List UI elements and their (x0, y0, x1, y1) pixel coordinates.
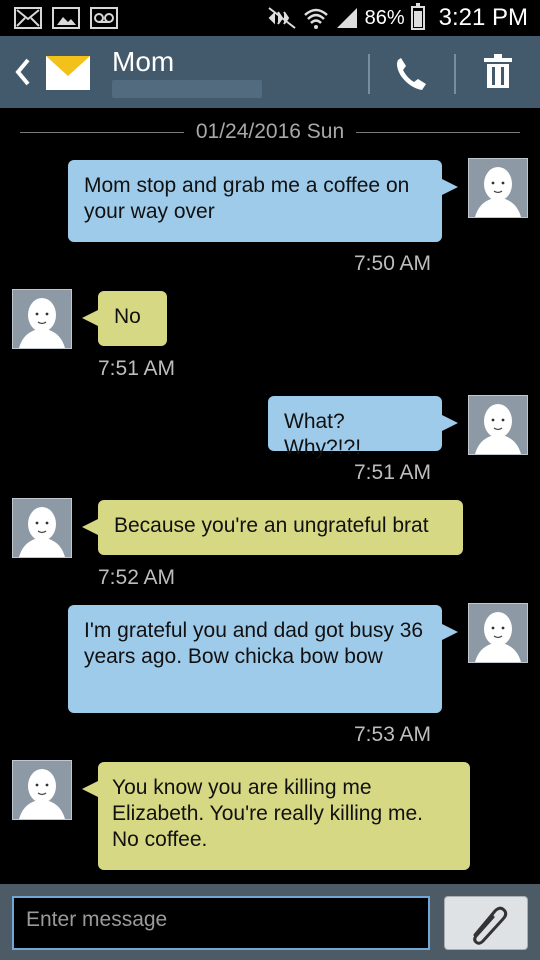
back-icon[interactable] (10, 54, 38, 90)
message-bubble-incoming[interactable]: You know you are killing me Elizabeth. Y… (82, 762, 470, 870)
message-bubble-incoming[interactable]: No (82, 291, 167, 346)
image-icon (52, 7, 80, 29)
clock: 3:21 PM (438, 4, 528, 31)
message-bubble-outgoing[interactable]: I'm grateful you and dad got busy 36 yea… (68, 605, 458, 713)
date-label: 01/24/2016 Sun (195, 120, 345, 143)
contact-number-redacted (112, 80, 262, 98)
avatar[interactable] (468, 603, 528, 663)
voicemail-icon (90, 7, 118, 29)
mute-icon (267, 7, 296, 29)
envelope-icon (44, 50, 92, 94)
header-divider (454, 54, 456, 94)
attach-button[interactable] (444, 896, 528, 950)
message-bubble-outgoing[interactable]: What? Why?!?! (268, 396, 458, 459)
avatar[interactable] (468, 158, 528, 218)
message-timestamp: 7:51 AM (98, 357, 176, 380)
message-timestamp: 7:53 AM (354, 723, 432, 746)
battery-percent: 86% (364, 6, 405, 29)
message-composer: Enter message (0, 884, 540, 960)
wifi-icon (303, 8, 328, 29)
message-timestamp: 7:52 AM (98, 566, 176, 589)
status-bar: 86% 3:21 PM (0, 0, 540, 36)
battery-icon (410, 3, 425, 30)
header-divider (368, 54, 370, 94)
avatar[interactable] (468, 395, 528, 455)
message-input[interactable]: Enter message (12, 896, 430, 950)
avatar[interactable] (12, 498, 72, 558)
paperclip-icon (473, 906, 508, 945)
phone-icon[interactable] (392, 54, 430, 92)
conversation-header: Mom (0, 36, 540, 108)
message-timestamp: 7:50 AM (354, 252, 432, 275)
avatar[interactable] (12, 289, 72, 349)
message-bubble-incoming[interactable]: Because you're an ungrateful brat (82, 500, 463, 555)
message-timestamp: 7:51 AM (354, 461, 432, 484)
avatar[interactable] (12, 760, 72, 820)
contact-name: Mom (112, 46, 175, 77)
message-bubble-outgoing[interactable]: Mom stop and grab me a coffee on your wa… (68, 160, 458, 242)
trash-icon[interactable] (482, 54, 514, 90)
date-separator: 01/24/2016 Sun (20, 120, 520, 144)
mail-icon (14, 7, 42, 29)
signal-icon (336, 8, 357, 28)
